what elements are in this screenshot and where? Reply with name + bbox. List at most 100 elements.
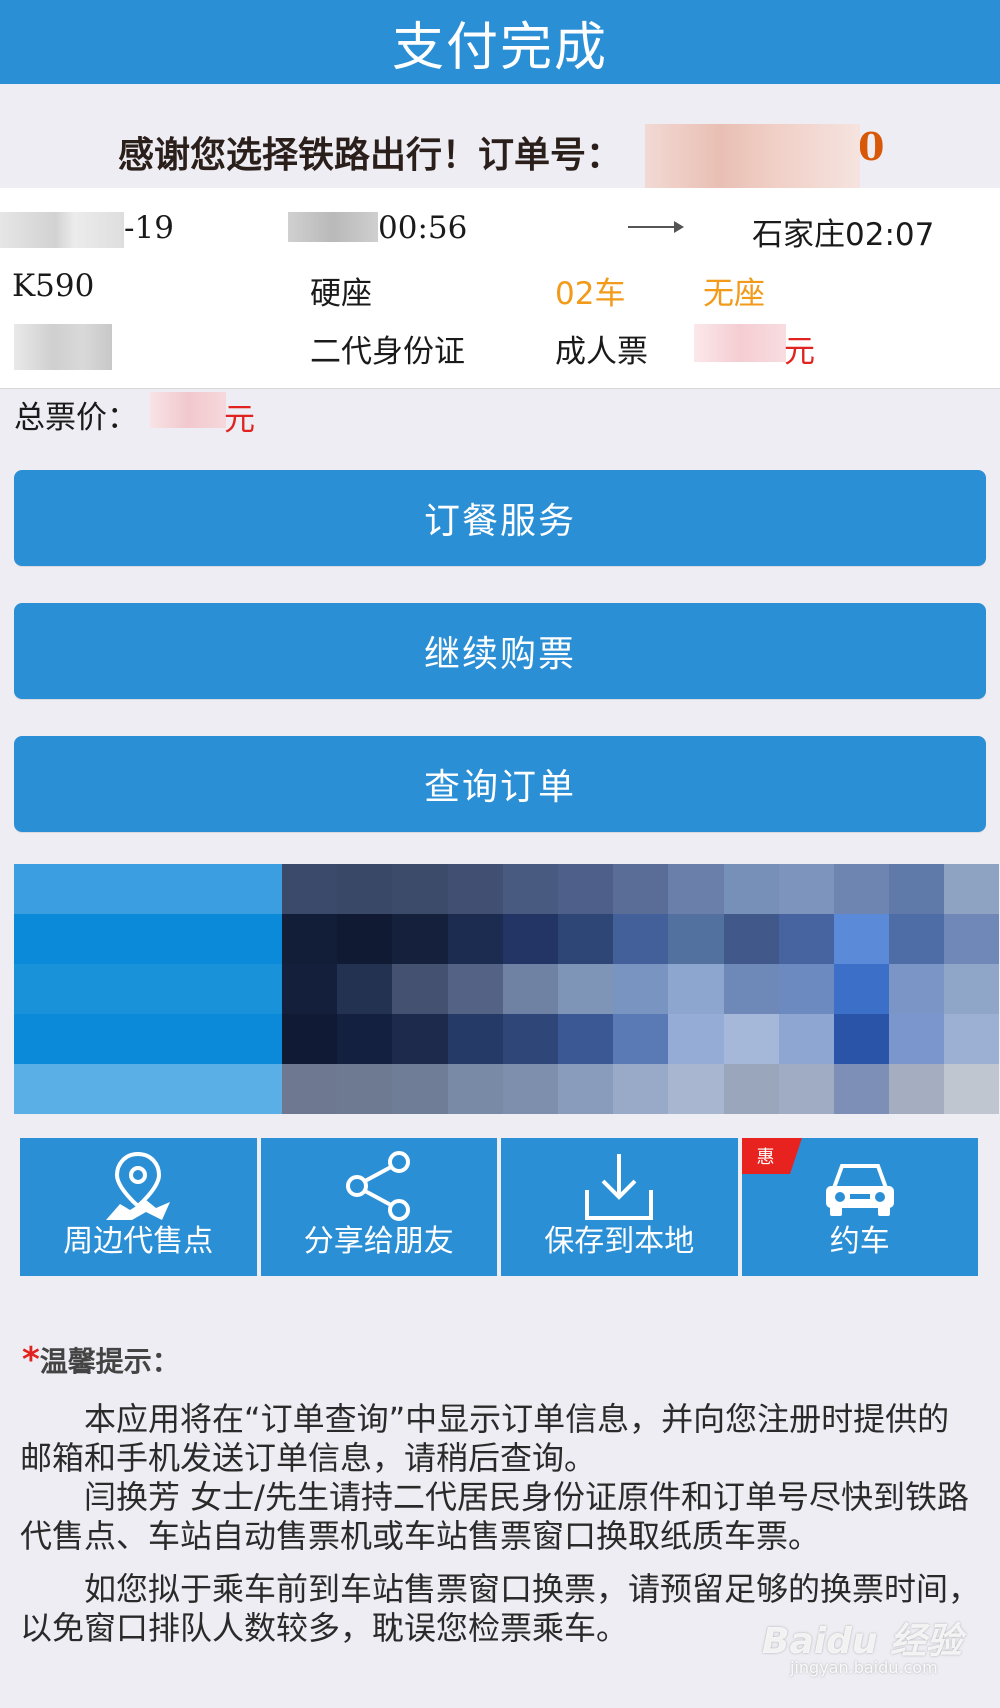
date-redacted [0, 212, 124, 248]
banner-tile [778, 1014, 834, 1064]
banner-tile [557, 914, 614, 964]
depart-time: 00:56 [378, 210, 468, 246]
ticket-price-unit: 元 [784, 334, 815, 370]
banner-tile [668, 914, 724, 964]
banner-tile [668, 1064, 724, 1114]
train-number: K590 [12, 268, 95, 304]
total-price-unit: 元 [224, 402, 255, 438]
thanks-text: 感谢您选择铁路出行！订单号： [118, 135, 623, 176]
banner-tile [833, 1014, 890, 1064]
banner-tile [282, 864, 338, 914]
total-price-redacted [150, 392, 226, 428]
banner-tile [889, 964, 945, 1014]
discount-badge: 惠 [741, 1138, 802, 1174]
car-icon [825, 1164, 894, 1216]
banner-tile [557, 1064, 614, 1114]
banner-tile [447, 1014, 503, 1064]
banner-tile [889, 1064, 945, 1114]
service-tiles: 周边代售点 分享给朋友 保存到本地 惠 约车 [20, 1138, 978, 1276]
banner-tile [502, 864, 558, 914]
banner-tile [447, 964, 503, 1014]
banner-tile [14, 1064, 282, 1114]
banner-tile [337, 964, 393, 1014]
continue-buy-label: 继续购票 [423, 634, 576, 675]
banner-tile [778, 1064, 834, 1114]
meal-service-label: 订餐服务 [423, 501, 576, 542]
required-star-icon: * [22, 1340, 40, 1380]
banner-tile [723, 1014, 779, 1064]
banner-tile [502, 964, 558, 1014]
banner-tile [337, 1064, 393, 1114]
banner-tile [778, 864, 834, 914]
tips-heading: *温馨提示： [22, 1340, 180, 1380]
banner-tile [889, 1014, 945, 1064]
banner-tile [944, 864, 1000, 914]
seat-number: 无座 [703, 276, 765, 312]
arrive-station-time: 石家庄02:07 [752, 217, 935, 253]
banner-tile [944, 1064, 1000, 1114]
banner-tile [889, 864, 945, 914]
ride-hailing-tile[interactable]: 惠 约车 [741, 1138, 978, 1276]
continue-buy-button[interactable]: 继续购票 [14, 603, 986, 699]
discount-badge-label: 惠 [756, 1147, 775, 1168]
arrow-right-icon [628, 221, 684, 233]
ad-banner[interactable] [14, 864, 1000, 1114]
nearby-agents-tile[interactable]: 周边代售点 [20, 1138, 257, 1276]
banner-tile [833, 1064, 890, 1114]
banner-tile [557, 864, 614, 914]
banner-tile [778, 914, 834, 964]
banner-tile [613, 1064, 669, 1114]
query-order-button[interactable]: 查询订单 [14, 736, 986, 832]
banner-tile [833, 914, 890, 964]
banner-tile [392, 864, 448, 914]
tips-title: 温馨提示： [39, 1345, 180, 1378]
banner-tile [282, 1014, 338, 1064]
banner-tile [282, 964, 338, 1014]
banner-tile [723, 864, 779, 914]
banner-tile [282, 914, 338, 964]
banner-tile [557, 1014, 614, 1064]
order-number-redacted [645, 124, 860, 194]
passenger-name-redacted [14, 324, 112, 370]
tip-paragraph-1: 本应用将在“订单查询”中显示订单信息，并向您注册时提供的邮箱和手机发送订单信息，… [20, 1400, 950, 1477]
depart-station-redacted [288, 212, 378, 242]
map-pin-icon [106, 1151, 171, 1220]
save-local-tile[interactable]: 保存到本地 [501, 1138, 738, 1276]
banner-tile [14, 1014, 282, 1064]
baidu-watermark-url: jingyan.baidu.com [790, 1658, 938, 1677]
banner-tile [337, 1014, 393, 1064]
page-title: 支付完成 [391, 17, 608, 78]
banner-tile [502, 914, 558, 964]
banner-tile [944, 964, 1000, 1014]
banner-tile [502, 1064, 558, 1114]
banner-tile [392, 1014, 448, 1064]
banner-tile [668, 1014, 724, 1064]
banner-tile [337, 914, 393, 964]
meal-service-button[interactable]: 订餐服务 [14, 470, 986, 566]
banner-tile [14, 964, 282, 1014]
baidu-watermark: Baidu 经验 [762, 1621, 963, 1662]
banner-tile [723, 914, 779, 964]
banner-tile [502, 1014, 558, 1064]
banner-tile [889, 914, 945, 964]
banner-tile [668, 864, 724, 914]
banner-tile [392, 914, 448, 964]
ticket-price-redacted [694, 324, 786, 362]
share-tile[interactable]: 分享给朋友 [260, 1138, 497, 1276]
banner-tile [447, 914, 503, 964]
banner-tile [944, 1014, 1000, 1064]
banner-tile [557, 964, 614, 1014]
order-number-visible: 0 [858, 124, 885, 169]
banner-tile [337, 864, 393, 914]
banner-tile [833, 864, 890, 914]
banner-tile [14, 914, 282, 964]
banner-tile [944, 914, 1000, 964]
banner-tile [723, 1064, 779, 1114]
banner-tile [833, 964, 890, 1014]
share-icon [345, 1151, 410, 1221]
seat-class: 硬座 [310, 276, 372, 312]
banner-tile [613, 864, 669, 914]
car-number: 02车 [555, 276, 626, 312]
tip-paragraph-2: 闫换芳 女士/先生请持二代居民身份证原件和订单号尽快到铁路代售点、车站自动售票机… [20, 1478, 969, 1555]
banner-tile [392, 1064, 448, 1114]
